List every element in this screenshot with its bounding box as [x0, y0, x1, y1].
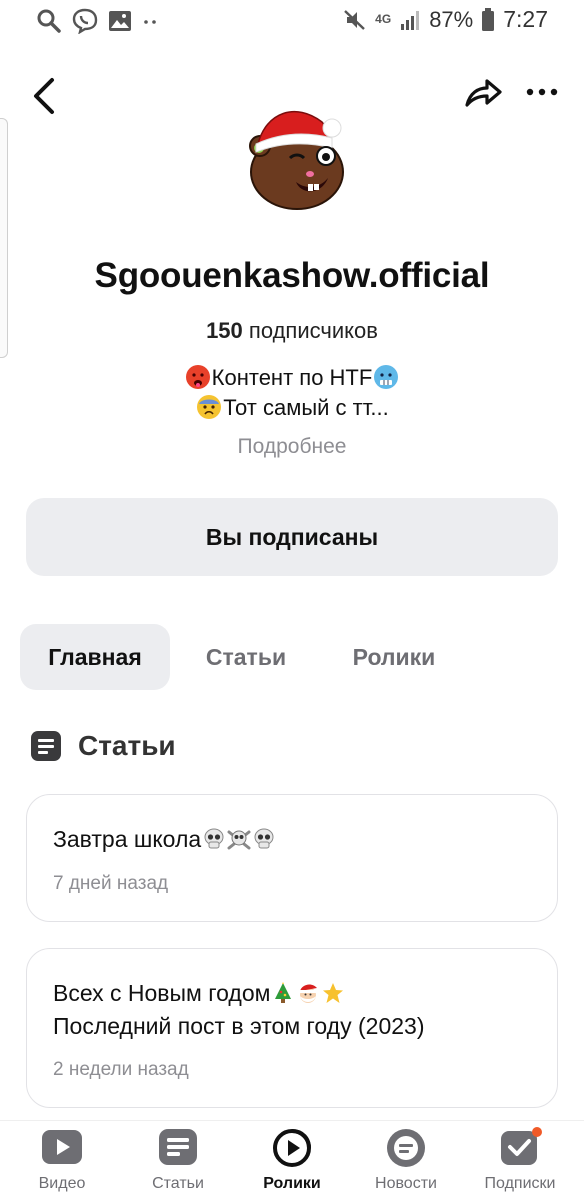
nav-label: Подписки: [484, 1175, 556, 1192]
status-bar: 4G 87% 7:27: [0, 0, 584, 40]
news-icon: [387, 1129, 425, 1167]
nav-articles[interactable]: Статьи: [120, 1121, 236, 1200]
bio-text-2: Тот самый с тт...: [223, 395, 389, 420]
tab-clips[interactable]: Ролики: [326, 624, 462, 690]
bottom-navigation: Видео Статьи Ролики Новости Подписки: [0, 1120, 584, 1200]
battery-percent: 87%: [429, 6, 474, 32]
nav-label: Видео: [38, 1175, 86, 1192]
article-title: Всех с Новым годом Последний пост в этом…: [53, 977, 424, 1043]
cold-face-emoji-icon: [374, 365, 399, 389]
channel-avatar[interactable]: [246, 98, 348, 212]
beaver-santa-hat-avatar: [249, 111, 344, 210]
channel-tabs: Главная Статьи Ролики: [20, 624, 580, 690]
back-arrow-icon: [34, 78, 54, 114]
bio-line-1: Контент по HTF: [0, 363, 584, 393]
video-icon: [42, 1130, 82, 1164]
image-icon: [109, 11, 131, 31]
nav-subscriptions[interactable]: Подписки: [462, 1121, 578, 1200]
star-emoji-icon: [323, 983, 344, 1003]
share-button[interactable]: [462, 72, 504, 112]
clock: 7:27: [503, 6, 548, 32]
status-notifications: [36, 8, 158, 34]
nav-label: Новости: [375, 1175, 437, 1192]
nav-news[interactable]: Новости: [348, 1121, 464, 1200]
subscribed-button[interactable]: Вы подписаны: [26, 498, 558, 576]
clips-icon: [273, 1129, 311, 1167]
tab-articles[interactable]: Статьи: [184, 624, 308, 690]
subscribers-number: 150: [206, 318, 243, 343]
more-dots-icon: [526, 88, 558, 96]
article-title-text: Завтра школа: [53, 826, 202, 852]
christmas-tree-emoji-icon: [275, 982, 292, 1003]
more-notifications-icon: [144, 20, 156, 24]
more-details-link[interactable]: Подробнее: [0, 435, 584, 459]
articles-icon: [159, 1129, 197, 1165]
article-title: Завтра школа: [53, 823, 276, 856]
subscribers-count: 150 подписчиков: [0, 318, 584, 344]
article-time: 7 дней назад: [53, 873, 169, 894]
mute-icon: [344, 9, 365, 30]
status-indicators: 4G 87% 7:27: [343, 6, 548, 33]
skull-crossbones-emoji-icon: [227, 830, 251, 850]
hot-face-emoji-icon: [185, 365, 210, 389]
nav-video[interactable]: Видео: [4, 1121, 120, 1200]
subscriptions-icon: [501, 1127, 542, 1165]
nav-label: Ролики: [263, 1175, 321, 1192]
article-title-line-2: Последний пост в этом году (2023): [53, 1013, 425, 1039]
nav-label: Статьи: [152, 1175, 204, 1192]
subscribers-label: подписчиков: [248, 318, 378, 343]
bio-text-1: Контент по HTF: [211, 365, 373, 390]
skull-emoji-icon: [254, 828, 274, 849]
articles-section-header[interactable]: Статьи: [30, 730, 176, 762]
article-card[interactable]: Всех с Новым годом Последний пост в этом…: [26, 948, 558, 1108]
notification-badge: [532, 1127, 542, 1137]
network-type: 4G: [375, 12, 392, 26]
nav-clips[interactable]: Ролики: [234, 1121, 350, 1200]
anxious-face-emoji-icon: [197, 395, 222, 419]
channel-name: Sgoouenkashow.official: [94, 256, 490, 295]
back-button[interactable]: [28, 70, 68, 118]
santa-emoji-icon: [299, 984, 318, 1003]
share-icon: [465, 79, 502, 107]
tab-main[interactable]: Главная: [20, 624, 170, 690]
article-time: 2 недели назад: [53, 1059, 189, 1080]
more-options-button[interactable]: [522, 76, 562, 108]
article-title-line-1: Всех с Новым годом: [53, 977, 424, 1010]
section-title: Статьи: [78, 730, 176, 761]
viber-icon: [72, 8, 98, 34]
battery-icon: [482, 7, 495, 31]
article-title-text: Всех с Новым годом: [53, 980, 271, 1006]
bio-line-2: Тот самый с тт...: [0, 393, 584, 423]
signal-icon: [401, 10, 420, 30]
search-icon: [37, 9, 61, 33]
article-section-icon: [31, 731, 61, 761]
skull-emoji-icon: [204, 828, 224, 849]
article-card[interactable]: Завтра школа 7 дней назад: [26, 794, 558, 922]
channel-description: Контент по HTF Тот самый с тт...: [0, 363, 584, 423]
